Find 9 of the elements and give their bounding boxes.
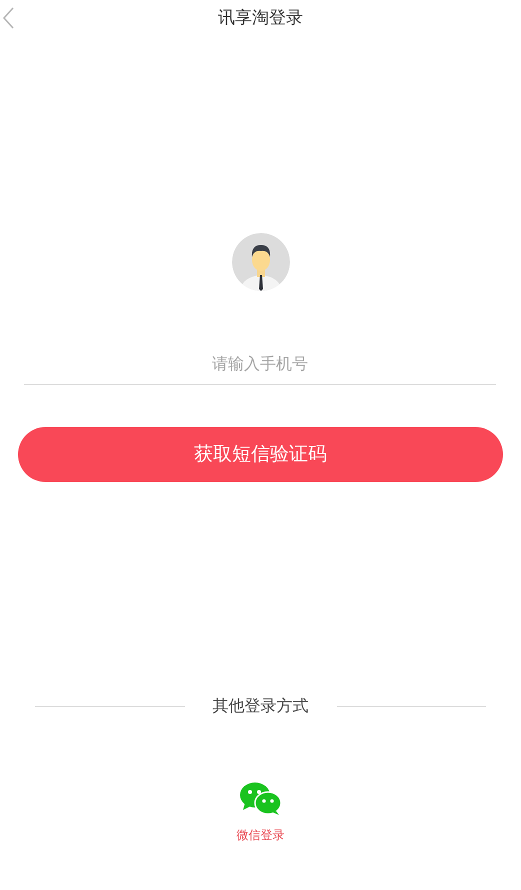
back-button[interactable] — [0, 6, 16, 30]
wechat-login-button[interactable]: 微信登录 — [236, 782, 284, 844]
get-sms-code-button[interactable]: 获取短信验证码 — [18, 427, 503, 482]
chat-bubbles-icon — [240, 782, 282, 816]
avatar-icon — [232, 233, 290, 291]
phone-input-field[interactable]: 请输入手机号 — [24, 343, 496, 385]
page-title: 讯享淘登录 — [218, 7, 303, 30]
other-login-heading: 其他登录方式 — [212, 695, 308, 717]
back-icon — [2, 7, 14, 29]
